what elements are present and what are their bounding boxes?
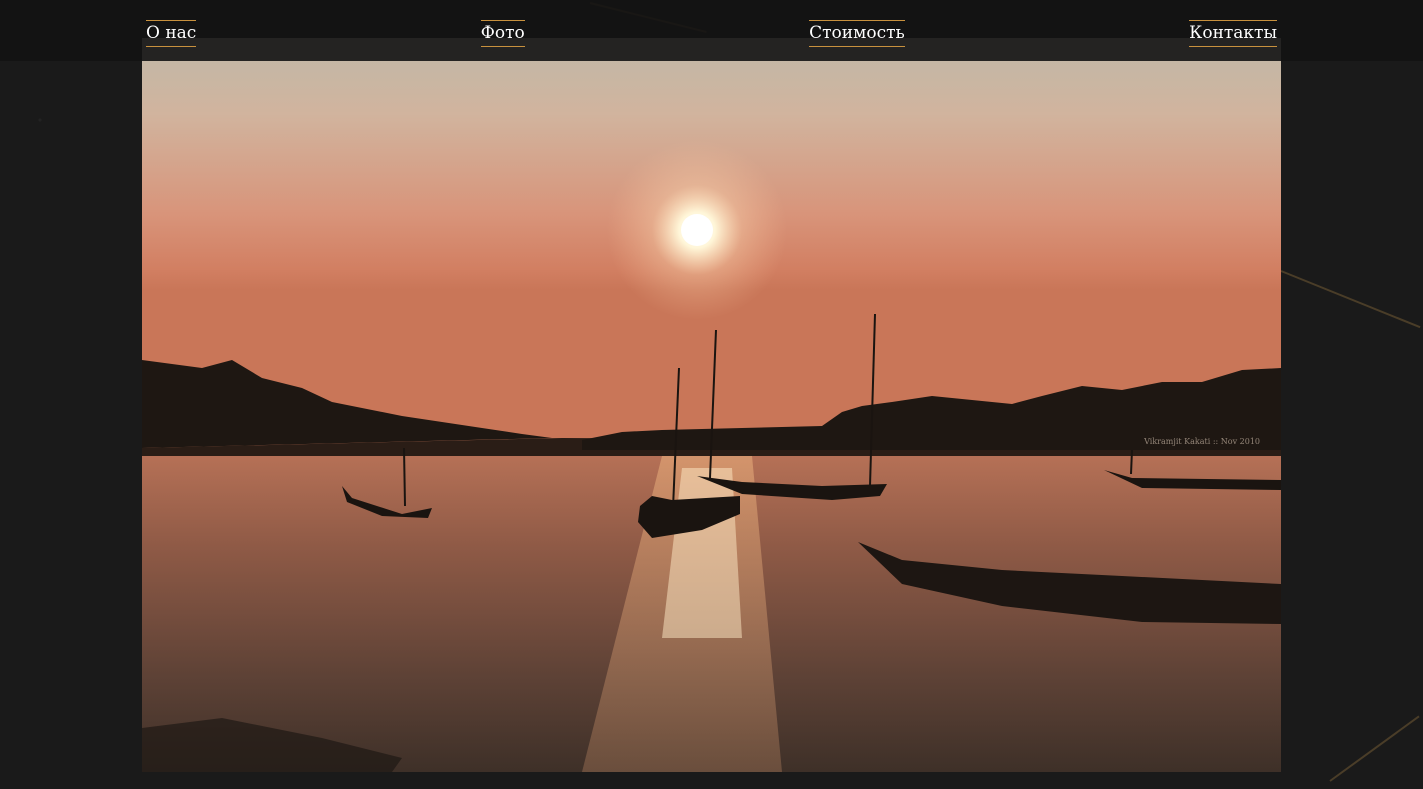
nav-menu: О нас Фото Стоимость Контакты [146, 20, 1277, 47]
nav-item-about[interactable]: О нас [146, 20, 197, 47]
sun [681, 214, 713, 246]
navbar: О нас Фото Стоимость Контакты [0, 0, 1423, 61]
page: Vikramjit Kakati :: Nov 2010 О нас Фото … [0, 0, 1423, 789]
decorative-line [1280, 270, 1421, 329]
nav-item-pricing[interactable]: Стоимость [809, 20, 905, 47]
sunset-river-image: Vikramjit Kakati :: Nov 2010 [142, 38, 1281, 772]
nav-item-contacts[interactable]: Контакты [1189, 20, 1277, 47]
decorative-line [1329, 715, 1420, 782]
hero-photo: Vikramjit Kakati :: Nov 2010 [142, 38, 1281, 772]
watermark: Vikramjit Kakati :: Nov 2010 [1143, 437, 1260, 446]
nav-item-photo[interactable]: Фото [480, 20, 525, 47]
